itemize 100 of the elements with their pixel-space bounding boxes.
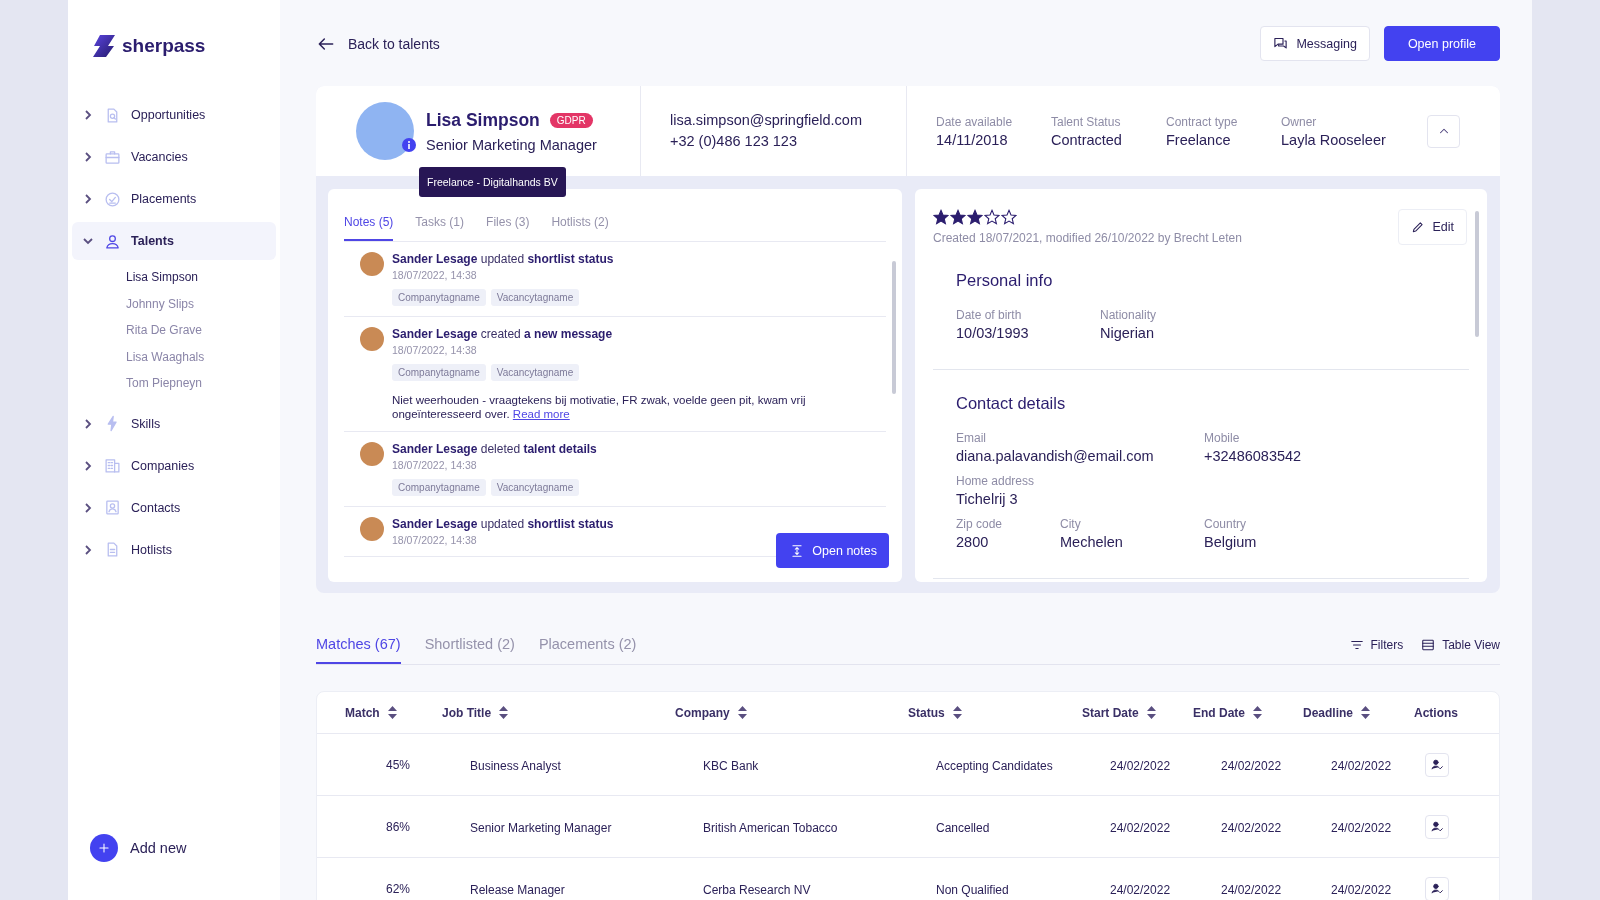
table-cell-text: 24/02/2022 [1109,820,1171,835]
scrollbar-thumb[interactable] [1475,211,1479,337]
nav-subitem[interactable]: Tom Piepneyn [126,370,276,397]
field-value: Layla Rooseleer [1281,131,1387,148]
field-value: Nigerian [1100,325,1154,341]
table-cell-text: 24/02/2022 [1330,820,1392,835]
person-icon [104,232,121,250]
plus-icon [97,841,111,855]
table-cell-text: 24/02/2022 [1109,882,1171,897]
field-label: Zip code [956,517,1003,531]
table-cell-text: KBC Bank [702,758,759,773]
info-icon[interactable] [402,138,416,152]
field-value: Tichelrij 3 [956,491,1018,507]
action-button[interactable] [1425,876,1449,900]
filter-icon [1349,638,1364,652]
table-cell-text: 24/02/2022 [1330,882,1392,897]
table-cell-text: Accepting Candidates [935,758,1053,773]
note-title: Sander Lesage updated shortlist status [392,517,614,531]
sort-icon[interactable] [737,706,747,719]
nav-item[interactable]: Companies [72,446,276,485]
table-cell-text: British American Tobacco [702,820,838,835]
nav-item[interactable]: Vacancies [72,138,276,176]
user-avatar [360,252,384,276]
field-value: Contracted [1051,131,1123,148]
notes-tab[interactable]: Notes (5) [344,215,394,241]
field-value: Freelance [1166,131,1232,148]
field-label: Email [956,431,986,445]
scrollbar-thumb[interactable] [892,261,896,394]
action-button[interactable] [1425,752,1449,777]
add-new-button[interactable]: Add new [90,834,276,862]
nav-subitem[interactable]: Lisa Simpson [126,264,276,291]
nav-item[interactable]: Placements [72,180,276,218]
tag: Companytagname [392,364,486,381]
user-avatar [360,517,384,541]
talent-name: Lisa Simpson [426,109,540,131]
section-title: Contact details [956,394,1067,413]
logo-text: sherpass [122,35,206,57]
briefcase-icon [104,148,121,166]
person-check-icon [1430,820,1444,833]
open-profile-button[interactable]: Open profile [1383,26,1500,61]
column-header: End Date [1193,705,1245,720]
note-date: 18/07/2022, 14:38 [392,344,478,356]
section-title: Personal info [956,271,1054,290]
nav-subitem[interactable]: Johnny Slips [126,290,276,317]
chevron-icon [82,501,94,514]
meta-text: Created 18/07/2021, modified 26/10/2022 by Brecht Leten [933,231,1242,245]
note-date: 18/07/2022, 14:38 [392,534,478,546]
check-circle-icon [104,190,121,208]
back-link[interactable]: Back to talents [316,33,440,54]
messaging-button[interactable]: Messaging [1260,26,1370,61]
table-cell-text: 24/02/2022 [1220,758,1282,773]
nav-subitem[interactable]: Rita De Grave [126,317,276,344]
job-title: Senior Marketing Manager [426,136,597,153]
field-value: 10/03/1993 [956,325,1029,341]
open-notes-button[interactable]: Open notes [776,533,889,568]
nav-item[interactable]: Contacts [72,488,276,527]
action-button[interactable] [1425,814,1449,839]
field-value: Mechelen [1060,534,1123,550]
table-cell-text: Non Qualified [935,882,1009,897]
user-avatar [360,442,384,466]
note-text: Niet weerhouden - vraagtekens bij motivatie, FR zwak, voelde geen pit, kwam vrij ongeïnteresseerd over. Read more [392,393,807,421]
read-more-link[interactable]: Read more [512,408,570,420]
table-cell-text: Cerba Research NV [702,882,811,897]
nav-item[interactable]: Skills [72,404,276,443]
pencil-icon [1411,220,1426,234]
edit-button[interactable]: Edit [1398,209,1467,245]
table-cell-text: 86% [385,819,411,834]
phone-text: +32 (0)486 123 123 [670,133,798,149]
table-view-button[interactable]: Table View [1421,638,1500,664]
nav-subitem[interactable]: Lisa Waaghals [126,343,276,370]
nav-item[interactable]: Talents [72,222,276,260]
note-title: Sander Lesage created a new message [392,327,614,341]
contact-card-icon [104,499,121,516]
chevron-icon [82,235,94,247]
star-icon [967,209,983,225]
tag: Companytagname [392,289,486,306]
note-date: 18/07/2022, 14:38 [392,459,478,471]
field-label: Nationality [1100,308,1157,322]
filters-button[interactable]: Filters [1349,638,1404,664]
sort-icon[interactable] [1253,706,1262,719]
table-icon [1421,638,1436,652]
field-value: diana.palavandish@email.com [956,448,1154,464]
sort-icon[interactable] [952,706,962,719]
note-date: 18/07/2022, 14:38 [392,269,478,281]
sort-icon[interactable] [499,706,509,719]
nav-item[interactable]: Hotlists [72,530,276,569]
field-value: 2800 [956,534,989,550]
sort-icon[interactable] [1146,706,1156,719]
field-value: 14/11/2018 [936,131,1009,148]
sort-icon[interactable] [387,706,397,719]
field-label: Home address [956,474,1035,488]
column-header: Match [345,705,380,720]
star-icon [950,209,966,225]
nav-item[interactable]: Opportunities [72,96,276,134]
matches-tab[interactable]: Matches (67) [316,636,401,664]
sort-icon[interactable] [1361,706,1370,719]
table-cell-text: Business Analyst [469,758,561,773]
table-cell-text: 24/02/2022 [1330,758,1392,773]
table-cell-text: 45% [385,757,411,772]
chevron-icon [82,543,94,556]
